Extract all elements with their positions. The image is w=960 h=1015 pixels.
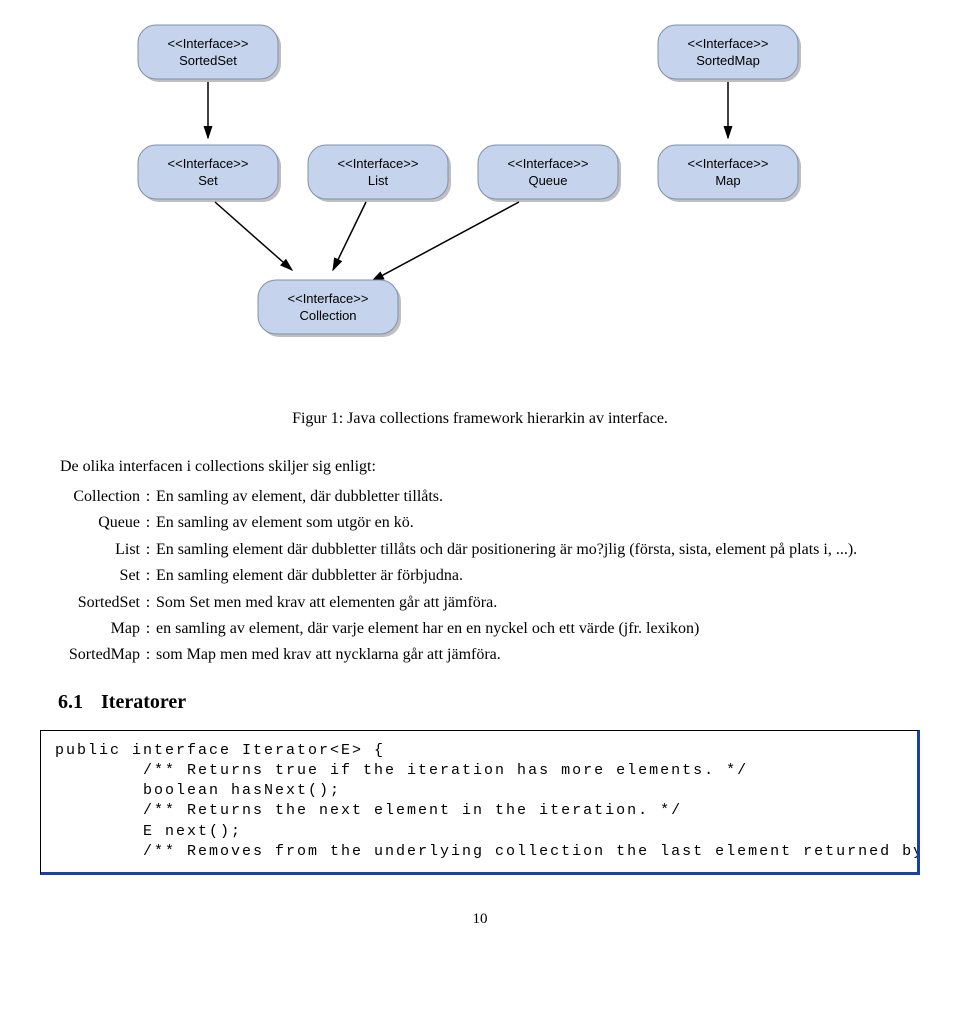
def-row: Map : en samling av element, där varje e…	[40, 618, 920, 640]
node-sorted-map: <<Interface>> SortedMap	[658, 25, 801, 82]
def-term: Set	[40, 565, 140, 587]
def-term: Collection	[40, 486, 140, 508]
page-number: 10	[40, 911, 920, 928]
section-number: 6.1	[58, 691, 83, 713]
svg-text:List: List	[368, 173, 389, 188]
section-title: Iteratorer	[101, 691, 186, 713]
def-term: SortedMap	[40, 644, 140, 666]
svg-text:<<Interface>>: <<Interface>>	[168, 36, 249, 51]
def-row: Queue : En samling av element som utgör …	[40, 512, 920, 534]
intro-text: De olika interfacen i collections skilje…	[40, 458, 920, 476]
svg-text:Collection: Collection	[299, 308, 356, 323]
def-desc: en samling av element, där varje element…	[156, 618, 920, 640]
svg-text:Map: Map	[715, 173, 740, 188]
node-map: <<Interface>> Map	[658, 145, 801, 202]
def-row: List : En samling element där dubbletter…	[40, 539, 920, 561]
def-term: Queue	[40, 512, 140, 534]
def-desc: En samling element där dubbletter tillåt…	[156, 539, 920, 561]
node-collection: <<Interface>> Collection	[258, 280, 401, 337]
figure-caption: Figur 1: Java collections framework hier…	[40, 410, 920, 428]
code-block: public interface Iterator<E> { /** Retur…	[40, 730, 920, 876]
svg-text:SortedMap: SortedMap	[696, 53, 760, 68]
node-queue: <<Interface>> Queue	[478, 145, 621, 202]
definition-list: Collection : En samling av element, där …	[40, 486, 920, 667]
svg-text:Queue: Queue	[528, 173, 567, 188]
def-row: Collection : En samling av element, där …	[40, 486, 920, 508]
svg-text:<<Interface>>: <<Interface>>	[338, 156, 419, 171]
def-desc: En samling av element, där dubbletter ti…	[156, 486, 920, 508]
node-set: <<Interface>> Set	[138, 145, 281, 202]
def-desc: Som Set men med krav att elementen går a…	[156, 592, 920, 614]
collections-diagram: <<Interface>> SortedSet <<Interface>> So…	[70, 20, 890, 390]
svg-text:<<Interface>>: <<Interface>>	[508, 156, 589, 171]
def-desc: En samling element där dubbletter är för…	[156, 565, 920, 587]
def-row: SortedMap : som Map men med krav att nyc…	[40, 644, 920, 666]
svg-text:<<Interface>>: <<Interface>>	[168, 156, 249, 171]
svg-text:<<Interface>>: <<Interface>>	[688, 36, 769, 51]
svg-text:Set: Set	[198, 173, 218, 188]
def-row: SortedSet : Som Set men med krav att ele…	[40, 592, 920, 614]
svg-text:<<Interface>>: <<Interface>>	[288, 291, 369, 306]
node-sorted-set: <<Interface>> SortedSet	[138, 25, 281, 82]
def-term: List	[40, 539, 140, 561]
def-term: SortedSet	[40, 592, 140, 614]
node-list: <<Interface>> List	[308, 145, 451, 202]
def-term: Map	[40, 618, 140, 640]
def-desc: En samling av element som utgör en kö.	[156, 512, 920, 534]
def-row: Set : En samling element där dubbletter …	[40, 565, 920, 587]
svg-text:SortedSet: SortedSet	[179, 53, 237, 68]
def-desc: som Map men med krav att nycklarna går a…	[156, 644, 920, 666]
svg-text:<<Interface>>: <<Interface>>	[688, 156, 769, 171]
section-heading: 6.1 Iteratorer	[58, 691, 920, 714]
